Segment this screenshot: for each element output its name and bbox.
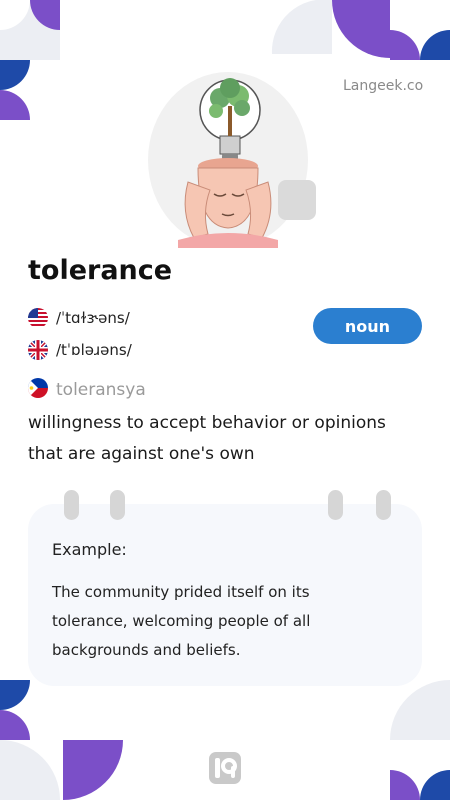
source-label: Langeek.co xyxy=(343,78,424,94)
card-ring-3 xyxy=(328,490,343,520)
definition-text: willingness to accept behavior or opinio… xyxy=(28,413,386,464)
pronunciation-uk-ipa: /tˈɒləɹəns/ xyxy=(56,341,132,359)
translation-text: toleransya xyxy=(56,380,146,400)
headword: tolerance xyxy=(28,255,173,286)
corner-decoration-top-right xyxy=(270,0,450,60)
uk-flag-icon xyxy=(28,340,48,360)
card-ring-1 xyxy=(64,490,79,520)
corner-decoration-bottom-right xyxy=(388,680,450,800)
corner-decoration-bottom-left xyxy=(0,680,125,800)
corner-decoration-top-left xyxy=(0,0,60,120)
pronunciation-us[interactable]: /ˈtɑɫɝəns/ xyxy=(28,308,130,328)
part-of-speech-badge: noun xyxy=(313,308,422,344)
example-sentence: The community prided itself on its toler… xyxy=(52,583,311,659)
us-flag-icon xyxy=(28,308,48,328)
card-ring-2 xyxy=(110,490,125,520)
philippines-flag-icon xyxy=(28,378,48,398)
example-label: Example: xyxy=(52,540,127,559)
pronunciation-us-ipa: /ˈtɑɫɝəns/ xyxy=(56,309,130,327)
pronunciation-uk[interactable]: /tˈɒləɹəns/ xyxy=(28,340,132,360)
langeek-logo-icon xyxy=(209,752,241,784)
card-ring-4 xyxy=(376,490,391,520)
word-illustration xyxy=(138,56,318,248)
